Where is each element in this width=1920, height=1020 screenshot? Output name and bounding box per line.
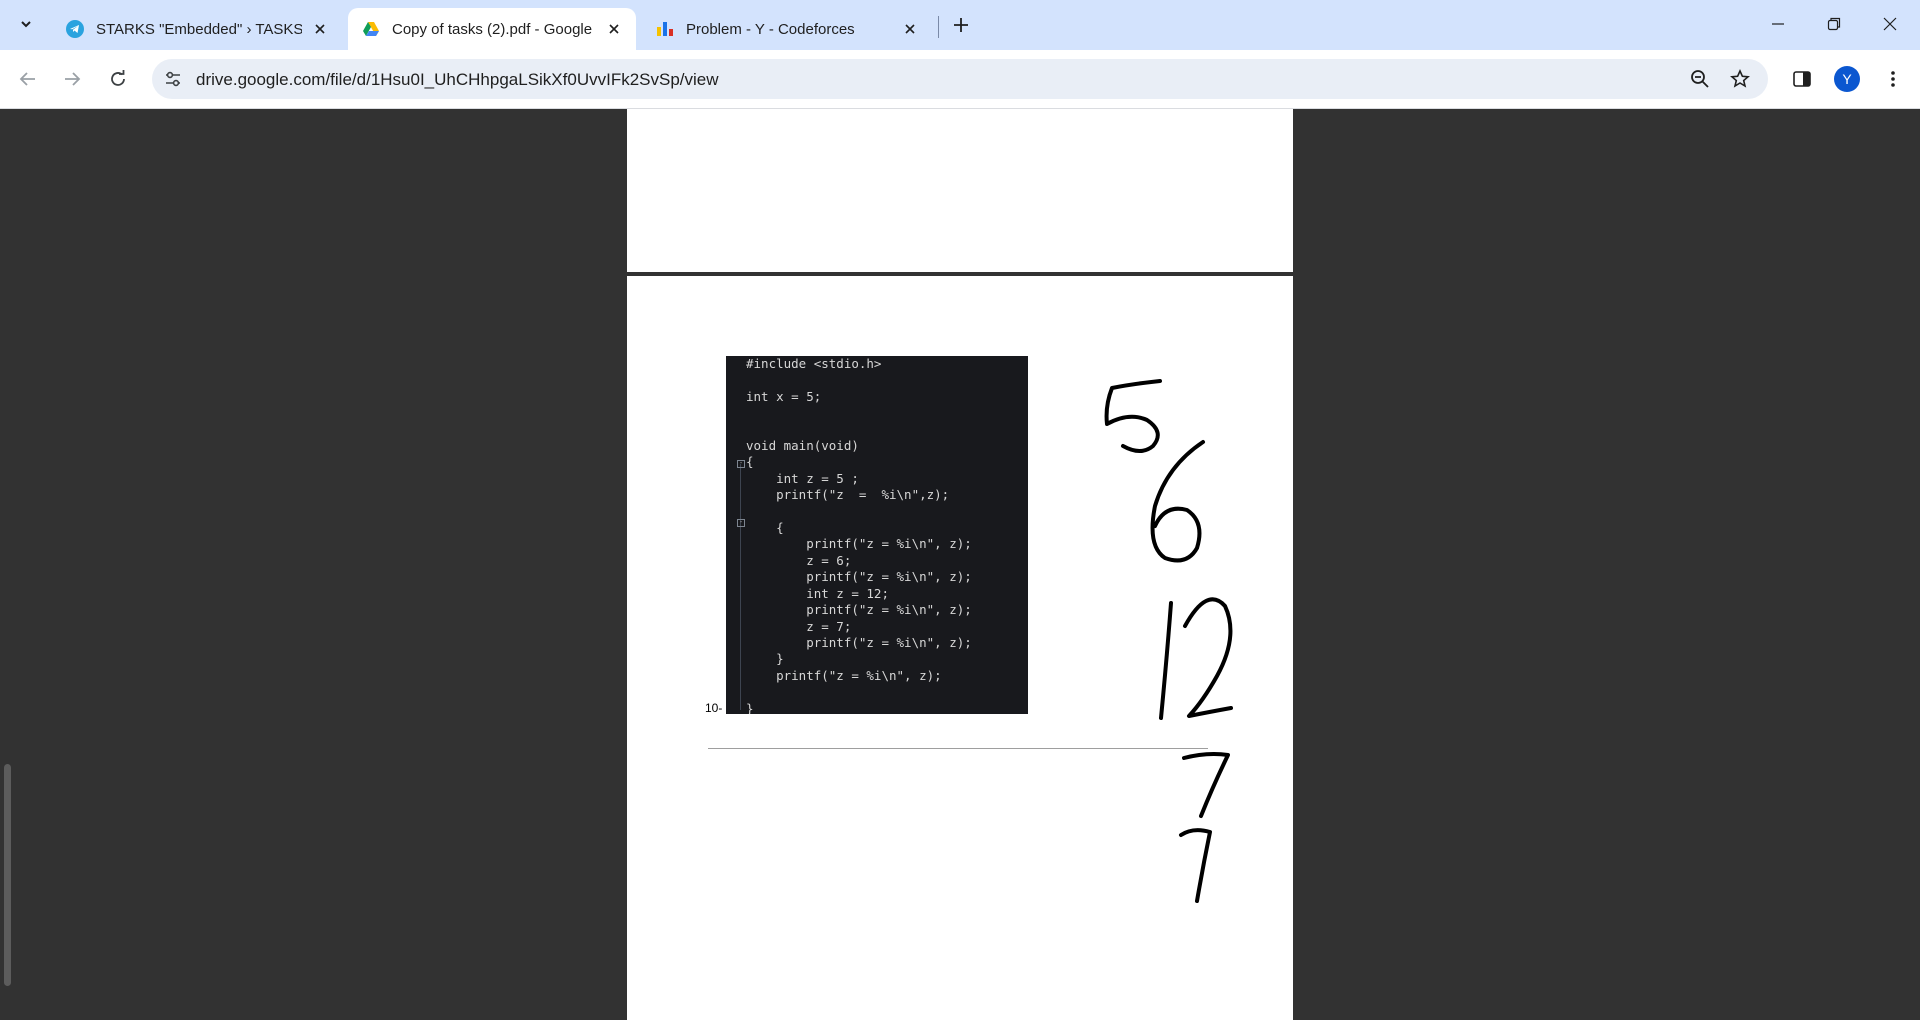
zoom-out-icon <box>1691 70 1709 88</box>
tab-search-button[interactable] <box>12 10 40 38</box>
code-screenshot: - - #include <stdio.h> int x = 5; void m… <box>726 356 1028 714</box>
tab-close-button[interactable] <box>310 19 330 39</box>
site-info-icon[interactable] <box>162 68 184 90</box>
fold-marker-icon: - <box>737 519 745 527</box>
new-tab-button[interactable] <box>948 12 974 38</box>
tab-strip: STARKS "Embedded" › TASKS 🔏 Copy of task… <box>0 0 1920 50</box>
scrollbar-thumb[interactable] <box>4 764 11 986</box>
back-button[interactable] <box>12 63 44 95</box>
arrow-left-icon <box>19 72 35 86</box>
fold-guide <box>740 464 741 710</box>
close-icon <box>609 24 619 34</box>
handwritten-answers <box>1104 379 1233 903</box>
minimize-button[interactable] <box>1750 6 1806 42</box>
bookmark-button[interactable] <box>1728 67 1752 91</box>
tab-codeforces[interactable]: Problem - Y - Codeforces <box>642 8 932 50</box>
restore-icon <box>1827 17 1841 31</box>
pdf-viewer[interactable]: - - #include <stdio.h> int x = 5; void m… <box>0 109 1920 1020</box>
tab-google-drive[interactable]: Copy of tasks (2).pdf - Google D <box>348 8 636 50</box>
tab-separator <box>938 16 939 38</box>
question-number: 10- <box>705 701 723 715</box>
google-drive-icon <box>363 22 379 36</box>
browser-toolbar: drive.google.com/file/d/1Hsu0I_UhCHhpgaL… <box>0 50 1920 109</box>
chevron-down-icon <box>21 21 31 28</box>
close-icon <box>1883 17 1897 31</box>
tune-icon <box>166 71 180 87</box>
restore-button[interactable] <box>1806 6 1862 42</box>
tab-title: STARKS "Embedded" › TASKS 🔏 <box>96 21 302 38</box>
arrow-right-icon <box>65 72 81 86</box>
pdf-page <box>627 109 1293 272</box>
handwritten-5 <box>1104 379 1162 453</box>
code-text: #include <stdio.h> int x = 5; void main(… <box>746 356 972 714</box>
menu-button[interactable] <box>1878 64 1908 94</box>
telegram-icon <box>66 20 84 38</box>
forward-button[interactable] <box>56 63 88 95</box>
profile-avatar[interactable]: Y <box>1834 66 1860 92</box>
handwritten-6 <box>1150 440 1205 563</box>
fold-marker-icon: - <box>737 460 745 468</box>
handwritten-7 <box>1182 752 1230 818</box>
tab-title: Problem - Y - Codeforces <box>686 20 855 38</box>
reload-icon <box>111 70 125 86</box>
codeforces-icon <box>657 22 673 36</box>
tab-close-button[interactable] <box>900 19 920 39</box>
url-text: drive.google.com/file/d/1Hsu0I_UhCHhpgaL… <box>196 70 719 89</box>
handwritten-1 <box>1159 601 1173 720</box>
star-icon <box>1730 69 1750 88</box>
side-panel-icon <box>1793 71 1811 87</box>
plus-icon <box>954 18 968 32</box>
tab-title: Copy of tasks (2).pdf - Google D <box>392 20 596 38</box>
tab-close-button[interactable] <box>604 19 624 39</box>
zoom-button[interactable] <box>1688 67 1712 91</box>
pdf-page: - - #include <stdio.h> int x = 5; void m… <box>627 276 1293 1020</box>
more-vert-icon <box>1891 71 1895 87</box>
address-bar[interactable]: drive.google.com/file/d/1Hsu0I_UhCHhpgaL… <box>152 59 1768 99</box>
reload-button[interactable] <box>102 63 134 95</box>
minimize-icon <box>1772 23 1784 25</box>
side-panel-button[interactable] <box>1787 64 1817 94</box>
close-icon <box>315 24 325 34</box>
handwritten-7 <box>1179 828 1212 903</box>
tab-telegram[interactable]: STARKS "Embedded" › TASKS 🔏 <box>52 8 342 50</box>
handwritten-2 <box>1183 597 1233 718</box>
close-window-button[interactable] <box>1862 6 1918 42</box>
close-icon <box>905 24 915 34</box>
